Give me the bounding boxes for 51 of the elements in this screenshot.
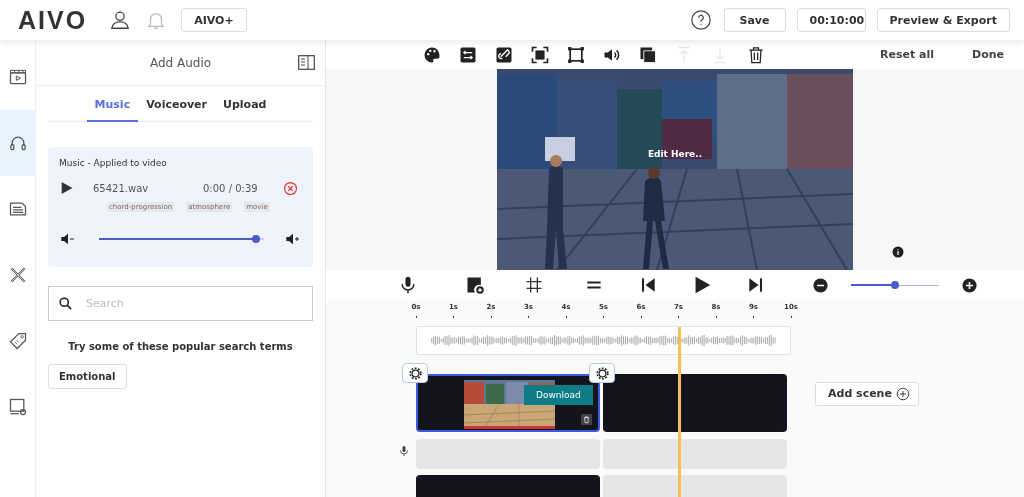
tag-icon <box>7 331 28 351</box>
reset-all-button[interactable]: Reset all <box>876 46 938 63</box>
sidebar-toggle-icon[interactable] <box>298 55 315 70</box>
search-icon <box>58 296 73 311</box>
scene-clip[interactable]: Download <box>416 374 600 432</box>
tab[interactable]: Music <box>86 94 139 122</box>
card-heading: Music - Applied to video <box>59 158 168 168</box>
voice-track[interactable] <box>603 439 787 469</box>
fit-screen-icon[interactable] <box>530 44 550 65</box>
remove-icon[interactable] <box>283 180 298 196</box>
playhead[interactable] <box>677 327 681 497</box>
panel-title: Add Audio <box>149 55 212 70</box>
add-icon <box>895 386 910 401</box>
add-scene-icon[interactable] <box>465 275 485 295</box>
download-tooltip[interactable]: Download <box>524 385 593 405</box>
user-icon[interactable] <box>109 9 132 31</box>
trash-icon[interactable] <box>746 44 766 65</box>
scene-clip[interactable] <box>603 475 787 497</box>
crop-icon[interactable] <box>566 44 586 65</box>
duration-button[interactable]: 00:10:00 <box>796 8 866 32</box>
edit-overlay-text[interactable]: Edit Here.. <box>647 149 703 159</box>
clapperboard-icon <box>7 67 28 87</box>
microphone-icon[interactable] <box>398 275 418 295</box>
file-name: 65421.wav <box>93 182 150 194</box>
done-button[interactable]: Done <box>968 46 1008 63</box>
help-icon[interactable] <box>689 9 712 31</box>
sidebar-item[interactable] <box>0 110 35 176</box>
save-button[interactable]: Save <box>723 8 786 32</box>
zoom-out-icon[interactable] <box>812 276 829 294</box>
monitor-gear-icon <box>7 397 28 417</box>
grid-icon[interactable] <box>524 275 544 295</box>
gear-icon[interactable] <box>407 365 423 381</box>
gear-icon[interactable] <box>594 365 610 381</box>
tab[interactable]: Voiceover <box>138 94 215 122</box>
add-scene-button[interactable]: Add scene <box>815 381 919 406</box>
tab[interactable]: Upload <box>215 94 275 122</box>
suggestion-chip[interactable]: Emotional <box>48 364 127 389</box>
search-field[interactable]: Search <box>48 286 313 321</box>
info-icon[interactable] <box>892 246 904 258</box>
zoom-in-icon[interactable] <box>961 276 978 294</box>
trash-icon[interactable] <box>581 414 592 425</box>
scene-clip[interactable] <box>416 475 600 497</box>
track-time: 0:00 / 0:39 <box>203 182 259 194</box>
plan-button[interactable]: AIVO+ <box>181 8 247 32</box>
suggestion-label: Try some of these popular search terms <box>67 341 294 352</box>
volume-down-icon[interactable] <box>59 231 77 247</box>
export-button[interactable]: Preview & Export <box>876 8 1010 32</box>
volume-up-icon[interactable] <box>284 231 302 247</box>
scene-clip[interactable] <box>603 374 787 432</box>
logo: AIVO <box>18 5 88 35</box>
microphone-icon[interactable] <box>397 443 410 458</box>
